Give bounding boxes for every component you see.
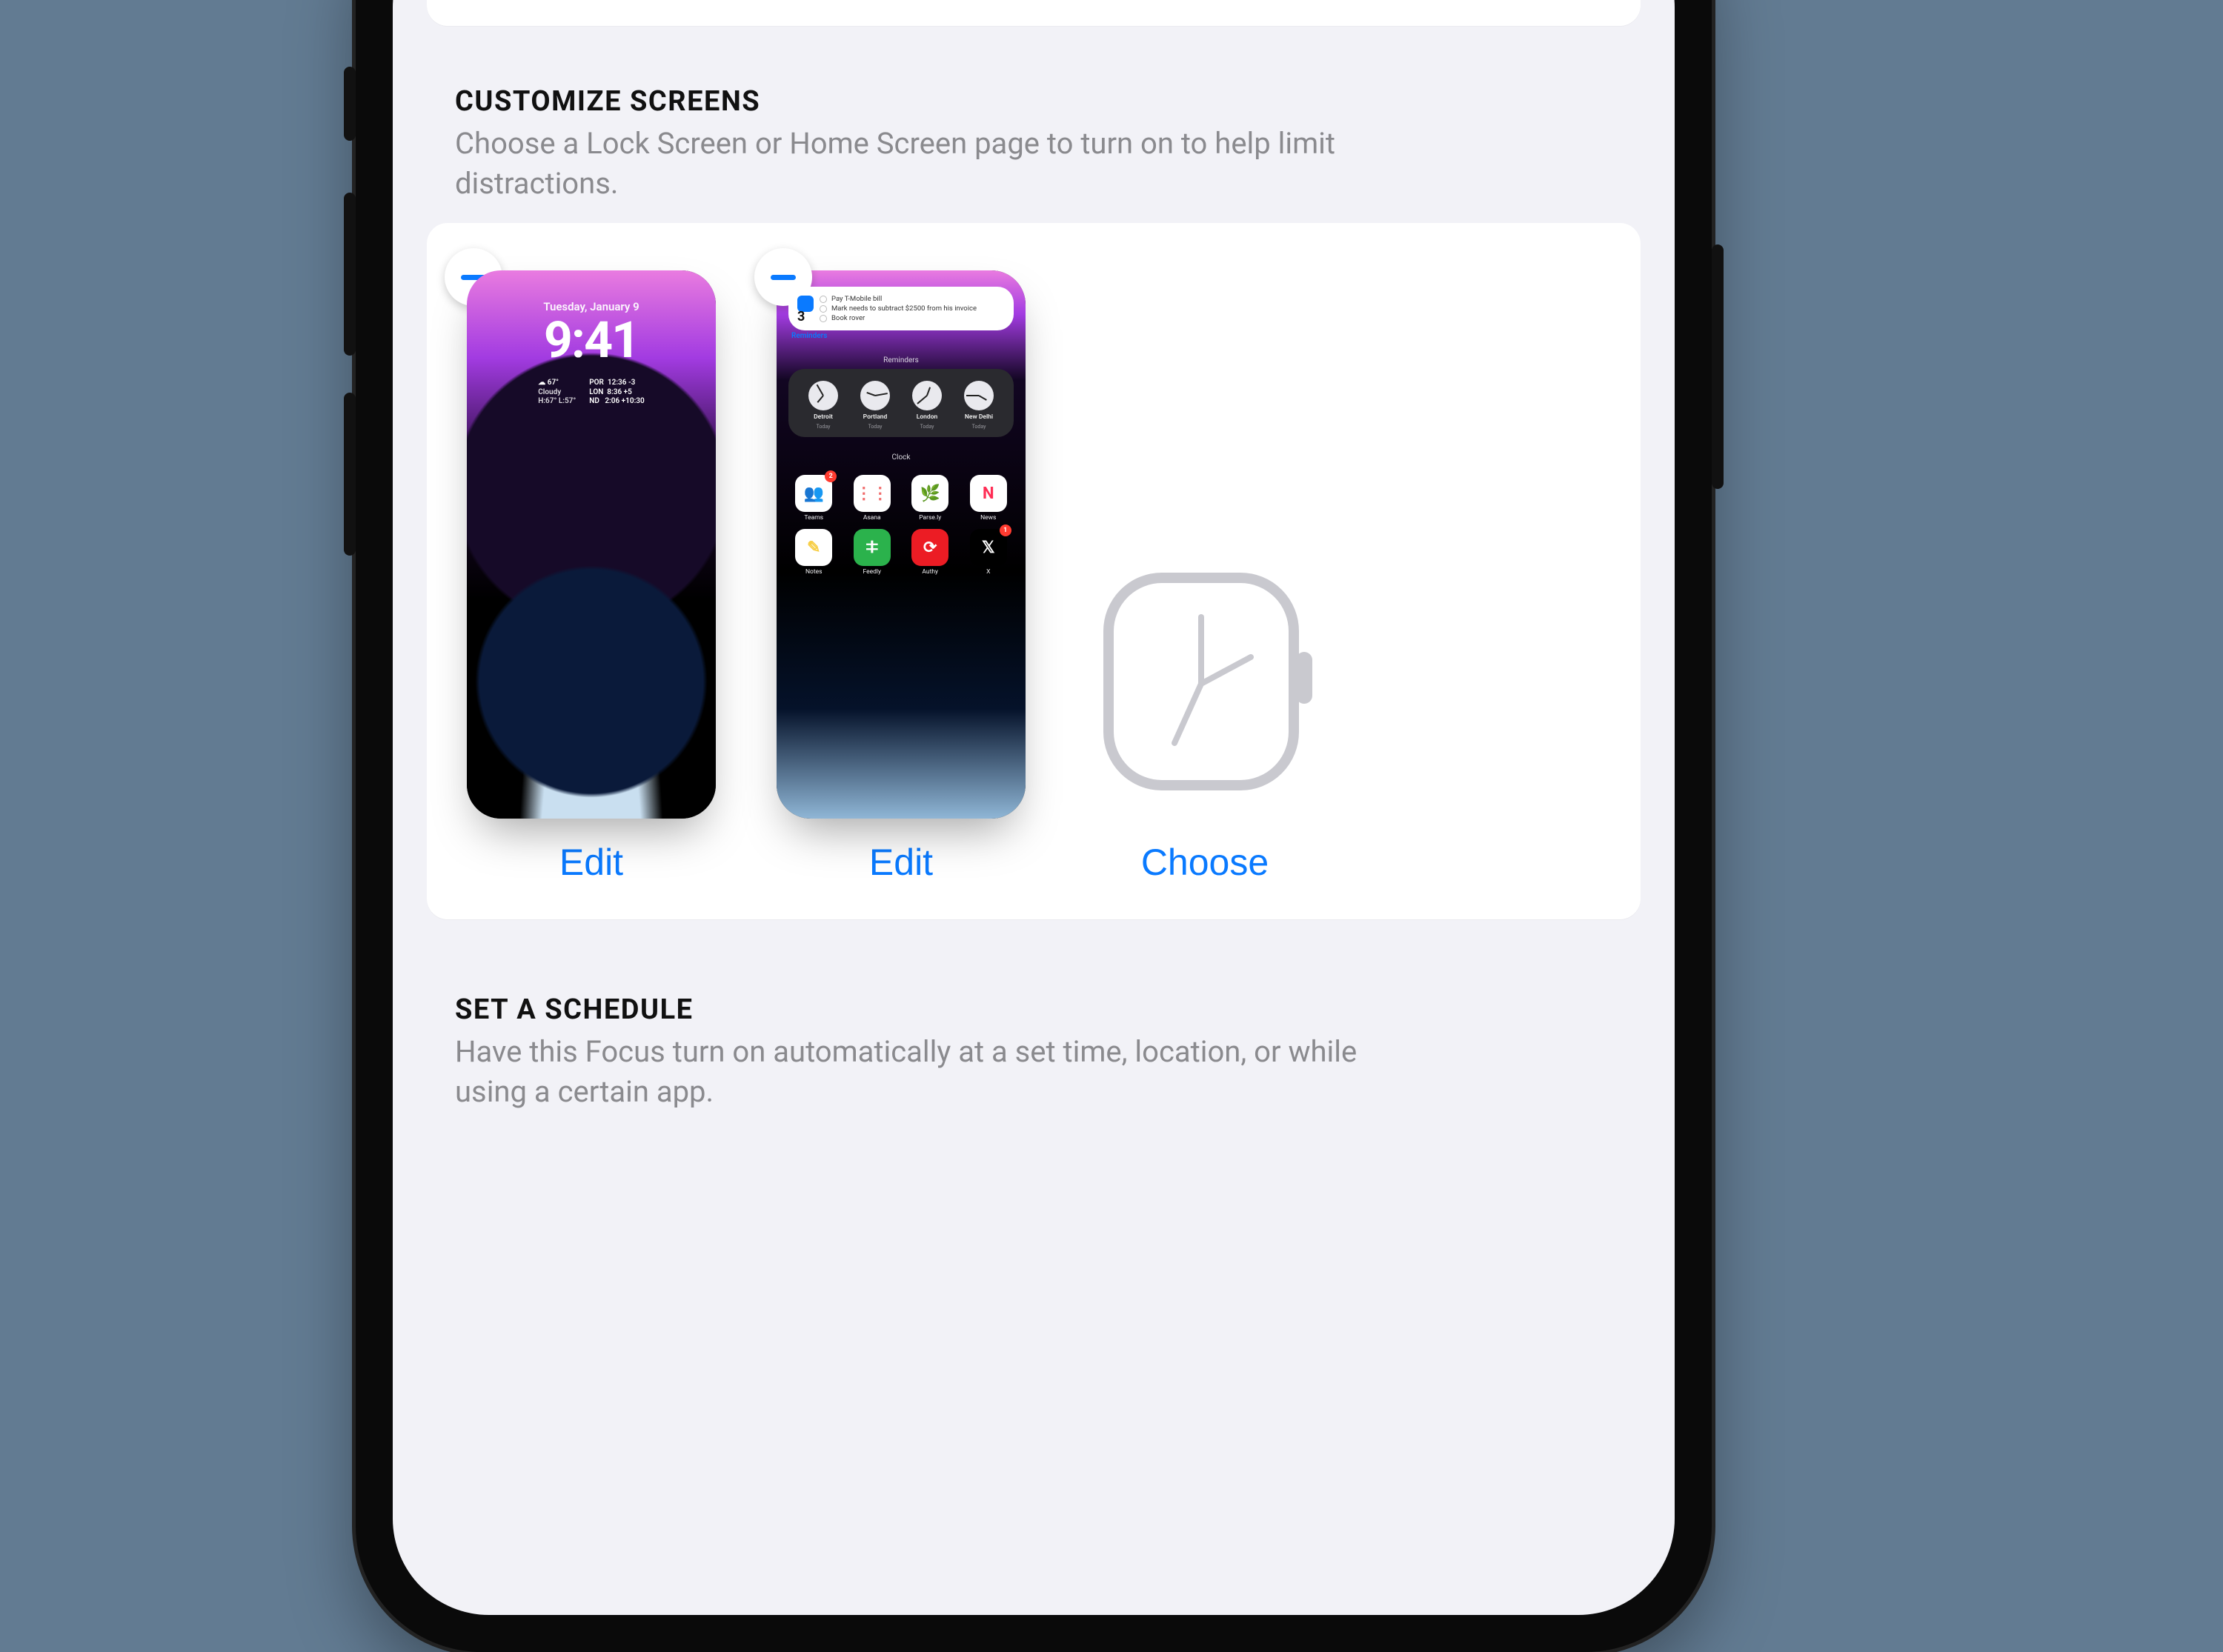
badge: 2 <box>825 470 837 482</box>
app-label: Authy <box>922 568 938 576</box>
customize-screens-title: CUSTOMIZE SCREENS <box>455 85 1612 118</box>
badge: 1 <box>1000 524 1011 536</box>
lock-screen-date: Tuesday, January 9 <box>543 300 639 313</box>
customize-screens-header: CUSTOMIZE SCREENS Choose a Lock Screen o… <box>455 85 1612 204</box>
reminders-caption: Reminders <box>883 356 919 364</box>
app-label: Teams <box>804 514 823 522</box>
app-notes: ✎ Notes <box>788 529 840 576</box>
app-icon: ✎ <box>795 529 832 566</box>
app-asana: ⋮⋮ Asana <box>847 475 898 522</box>
app-label: Asana <box>863 514 881 522</box>
reminders-label: Reminders <box>791 332 827 340</box>
lock-screen-widgets: ☁ 67° Cloudy H:67° L:57° POR 12:36 -3 LO… <box>538 379 645 407</box>
lock-screen-time: 9:41 <box>544 315 639 365</box>
app-icon: ⵐ <box>854 529 891 566</box>
clock-city: DetroitToday <box>797 381 849 430</box>
phone-volume-up <box>344 193 356 356</box>
phone-silent-switch <box>344 67 356 141</box>
app-authy: ⟳ Authy <box>905 529 956 576</box>
app-label: Feedly <box>863 568 881 576</box>
reminders-item: Book rover <box>820 313 1005 323</box>
app-teams: 👥2 Teams <box>788 475 840 522</box>
lock-screen-thumbnail[interactable]: Tuesday, January 9 9:41 ☁ 67° Cloudy H:6… <box>467 270 716 819</box>
clock-caption: Clock <box>892 453 911 462</box>
app-label: News <box>980 514 996 522</box>
watch-choose-button[interactable]: Choose <box>1141 841 1269 884</box>
clock-city: LondonToday <box>901 381 953 430</box>
minus-icon <box>771 275 796 280</box>
schedule-title: SET A SCHEDULE <box>455 993 1612 1026</box>
reminders-item: Mark needs to subtract $2500 from his in… <box>820 304 1005 313</box>
clock-city: New DelhiToday <box>953 381 1005 430</box>
schedule-subtitle: Have this Focus turn on automatically at… <box>455 1032 1389 1112</box>
phone-frame: Options CUSTOMIZE SCREENS Choose a Lock … <box>356 0 1712 1652</box>
clock-city: PortlandToday <box>849 381 901 430</box>
lock-screen-column: Tuesday, January 9 9:41 ☁ 67° Cloudy H:6… <box>467 270 716 884</box>
schedule-header: SET A SCHEDULE Have this Focus turn on a… <box>455 993 1612 1112</box>
customize-screens-card: Tuesday, January 9 9:41 ☁ 67° Cloudy H:6… <box>427 223 1641 919</box>
phone-volume-down <box>344 393 356 556</box>
app-icon: N <box>970 475 1007 512</box>
app-icon: ⟳ <box>911 529 948 566</box>
app-label: X <box>986 568 990 576</box>
app-icon: 🌿 <box>911 475 948 512</box>
phone-screen: Options CUSTOMIZE SCREENS Choose a Lock … <box>393 0 1675 1615</box>
reminders-widget: Pay T-Mobile billMark needs to subtract … <box>788 287 1014 330</box>
app-feedly: ⵐ Feedly <box>847 529 898 576</box>
phone-side-button <box>1712 244 1724 489</box>
watch-placeholder-icon[interactable] <box>1094 552 1316 811</box>
clock-widget: DetroitTodayPortlandTodayLondonTodayNew … <box>788 369 1014 437</box>
app-icon: 👥2 <box>795 475 832 512</box>
customize-screens-subtitle: Choose a Lock Screen or Home Screen page… <box>455 124 1389 204</box>
options-card: Options <box>427 0 1641 26</box>
options-row[interactable]: Options <box>427 0 1641 26</box>
home-screen-column: Pay T-Mobile billMark needs to subtract … <box>777 270 1026 884</box>
app-icon: ⋮⋮ <box>854 475 891 512</box>
app-news: N News <box>963 475 1014 522</box>
home-screen-edit-button[interactable]: Edit <box>869 841 933 884</box>
app-label: Notes <box>805 568 823 576</box>
watch-column: Choose <box>1094 552 1316 884</box>
app-x: 𝕏1 X <box>963 529 1014 576</box>
home-screen-thumbnail[interactable]: Pay T-Mobile billMark needs to subtract … <box>777 270 1026 819</box>
app-label: Parse.ly <box>919 514 941 522</box>
app-icon: 𝕏1 <box>970 529 1007 566</box>
home-screen-apps: 👥2 Teams ⋮⋮ Asana 🌿 Parse.ly N News ✎ Notes ⵐ Feedl… <box>788 475 1014 576</box>
app-parsely: 🌿 Parse.ly <box>905 475 956 522</box>
lock-screen-edit-button[interactable]: Edit <box>559 841 623 884</box>
reminders-item: Pay T-Mobile bill <box>820 294 1005 304</box>
